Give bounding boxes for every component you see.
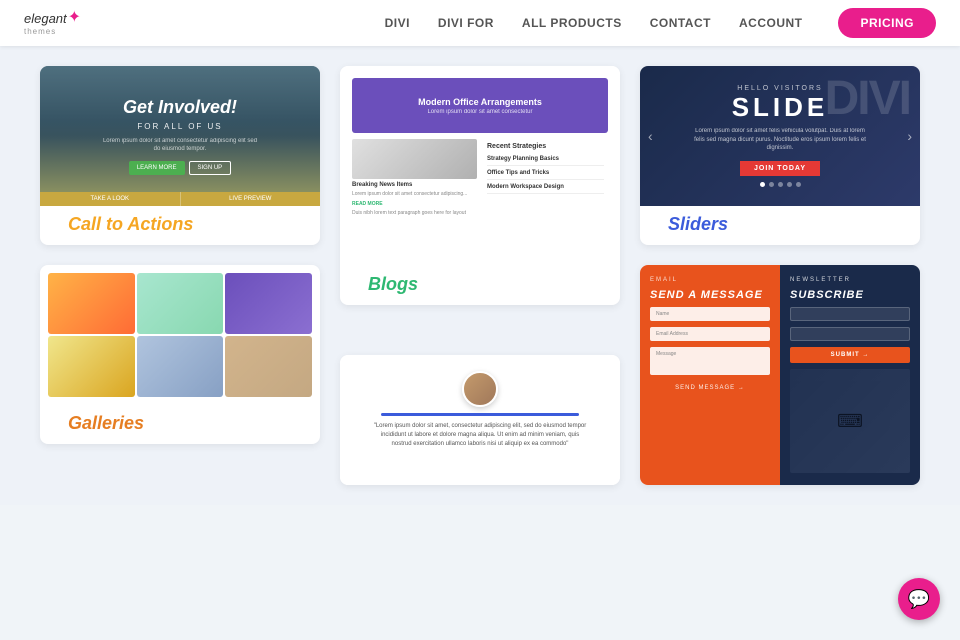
sliders-label: Sliders	[640, 206, 920, 245]
logo-star-icon: ✦	[68, 10, 81, 26]
chat-bubble-button[interactable]: 💬	[898, 578, 940, 620]
blog-related-title: Recent Strategies	[487, 143, 604, 150]
nav-item-contact[interactable]: CONTACT	[650, 16, 711, 30]
blogs-header-title: Modern Office Arrangements	[418, 97, 542, 107]
slider-dot-2[interactable]	[769, 182, 774, 187]
slider-dot-1[interactable]	[760, 182, 765, 187]
newsletter-background-image: ⌨	[790, 369, 910, 473]
contact-form-title: SEND A MESSAGE	[650, 289, 770, 301]
blogs-grid: Breaking News Items Lorem ipsum dolor si…	[352, 139, 608, 254]
blog-right-col: Recent Strategies Strategy Planning Basi…	[483, 139, 608, 254]
testimonial-bar	[381, 413, 579, 416]
slider-dot-3[interactable]	[778, 182, 783, 187]
blog-text-2: Duis nibh lorem text paragraph goes here…	[352, 210, 477, 217]
nav-item-account[interactable]: ACCOUNT	[739, 16, 803, 30]
gallery-image-5	[137, 336, 224, 397]
card-newsletter: EMAIL SEND A MESSAGE Name Email Address …	[640, 265, 920, 485]
slider-prev-button[interactable]: ‹	[648, 128, 653, 144]
contact-email-field[interactable]: Email Address	[650, 327, 770, 341]
card-testimonials: "Lorem ipsum dolor sit amet, consectetur…	[340, 355, 620, 485]
blog-caption-1: Breaking News Items	[352, 182, 477, 188]
slider-dot-5[interactable]	[796, 182, 801, 187]
gallery-image-3	[225, 273, 312, 334]
card-galleries: Galleries	[40, 265, 320, 444]
newsletter-label: NEWSLETTER	[790, 277, 910, 283]
blogs-label: Blogs	[340, 266, 620, 305]
blog-image-laptop	[352, 139, 477, 179]
header: elegant ✦ themes DIVI DIVI FOR ALL PRODU…	[0, 0, 960, 46]
cta-label-text: Call to Actions	[54, 204, 207, 244]
contact-send-button[interactable]: SEND MESSAGE →	[650, 385, 770, 391]
sliders-label-text: Sliders	[654, 204, 742, 244]
card-blogs: Modern Office Arrangements Lorem ipsum d…	[340, 66, 620, 305]
gallery-image-2	[137, 273, 224, 334]
blog-text-1: Lorem ipsum dolor sit amet consectetur a…	[352, 191, 477, 198]
blogs-label-text: Blogs	[354, 264, 432, 304]
main-content: Get Involved! FOR ALL OF US Lorem ipsum …	[0, 46, 960, 505]
cta-bar-look[interactable]: TAKE A LOOK	[40, 192, 181, 206]
blogs-header-sub: Lorem ipsum dolor sit amet consectetur	[427, 109, 532, 115]
gallery-image-6	[225, 336, 312, 397]
cta-bottom-bar: TAKE A LOOK LIVE PREVIEW	[40, 192, 320, 206]
gallery-image-1	[48, 273, 135, 334]
slider-next-button[interactable]: ›	[907, 128, 912, 144]
slider-main-text: SLIDE	[690, 92, 870, 123]
testimonial-avatar	[462, 371, 498, 407]
contact-message-placeholder: Message	[656, 351, 676, 357]
sliders-preview: DIVI ‹ › HELLO VISITORS SLIDE Lorem ipsu…	[640, 66, 920, 206]
blog-right-item-3[interactable]: Modern Workspace Design	[487, 184, 604, 194]
blog-right-item-2[interactable]: Office Tips and Tricks	[487, 170, 604, 180]
cta-preview: Get Involved! FOR ALL OF US Lorem ipsum …	[40, 66, 320, 206]
main-nav: DIVI DIVI FOR ALL PRODUCTS CONTACT ACCOU…	[385, 8, 936, 38]
testimonial-text: "Lorem ipsum dolor sit amet, consectetur…	[370, 422, 590, 449]
slider-join-button[interactable]: JOIN TODAY	[740, 161, 820, 176]
slider-dots	[690, 182, 870, 187]
blog-item-1: Breaking News Items Lorem ipsum dolor si…	[352, 139, 477, 254]
cta-label: Call to Actions	[40, 206, 320, 245]
slider-label: HELLO VISITORS	[690, 85, 870, 92]
slider-content: HELLO VISITORS SLIDE Lorem ipsum dolor s…	[690, 85, 870, 186]
galleries-label: Galleries	[40, 405, 320, 444]
newsletter-email-field[interactable]	[790, 327, 910, 341]
slider-body-text: Lorem ipsum dolor sit amet felis vehicul…	[690, 127, 870, 152]
contact-name-placeholder: Name	[656, 311, 669, 317]
galleries-preview	[40, 265, 320, 405]
nav-item-divi[interactable]: DIVI	[385, 16, 410, 30]
logo-subtext: themes	[24, 28, 81, 36]
contact-message-field[interactable]: Message	[650, 347, 770, 375]
newsletter-title: SUBSCRIBE	[790, 289, 910, 301]
cta-content: Get Involved! FOR ALL OF US Lorem ipsum …	[100, 97, 260, 176]
blog-right-item-1[interactable]: Strategy Planning Basics	[487, 156, 604, 166]
testimonial-preview: "Lorem ipsum dolor sit amet, consectetur…	[340, 355, 620, 485]
cta-learn-more-button[interactable]: LEARN MORE	[129, 161, 185, 175]
nav-item-divi-for[interactable]: DIVI FOR	[438, 16, 494, 30]
card-call-to-actions: Get Involved! FOR ALL OF US Lorem ipsum …	[40, 66, 320, 245]
contact-name-field[interactable]: Name	[650, 307, 770, 321]
chat-icon: 💬	[908, 589, 930, 610]
cta-bar-preview[interactable]: LIVE PREVIEW	[181, 192, 321, 206]
cta-signup-button[interactable]: SIGN UP	[189, 161, 232, 175]
cta-subtitle: FOR ALL OF US	[100, 122, 260, 131]
contact-form-section: EMAIL SEND A MESSAGE Name Email Address …	[640, 265, 780, 485]
newsletter-name-field[interactable]	[790, 307, 910, 321]
gallery-image-4	[48, 336, 135, 397]
blogs-preview: Modern Office Arrangements Lorem ipsum d…	[340, 66, 620, 266]
newsletter-submit-button[interactable]: SUBMIT →	[790, 347, 910, 363]
nav-item-all-products[interactable]: ALL PRODUCTS	[522, 16, 622, 30]
pricing-button[interactable]: PRICING	[838, 8, 936, 38]
email-label: EMAIL	[650, 277, 770, 283]
cta-buttons: LEARN MORE SIGN UP	[100, 161, 260, 175]
galleries-label-text: Galleries	[54, 403, 158, 443]
cta-body-text: Lorem ipsum dolor sit amet consectetur a…	[100, 137, 260, 154]
newsletter-section: NEWSLETTER SUBSCRIBE SUBMIT → ⌨	[780, 265, 920, 485]
cta-title: Get Involved!	[100, 97, 260, 118]
logo-wordmark: elegant	[24, 12, 67, 25]
blogs-header: Modern Office Arrangements Lorem ipsum d…	[352, 78, 608, 133]
blog-readmore-1[interactable]: READ MORE	[352, 201, 477, 207]
slider-dot-4[interactable]	[787, 182, 792, 187]
logo: elegant ✦ themes	[24, 10, 81, 36]
contact-email-placeholder: Email Address	[656, 331, 688, 337]
newsletter-preview: EMAIL SEND A MESSAGE Name Email Address …	[640, 265, 920, 485]
card-sliders: DIVI ‹ › HELLO VISITORS SLIDE Lorem ipsu…	[640, 66, 920, 245]
